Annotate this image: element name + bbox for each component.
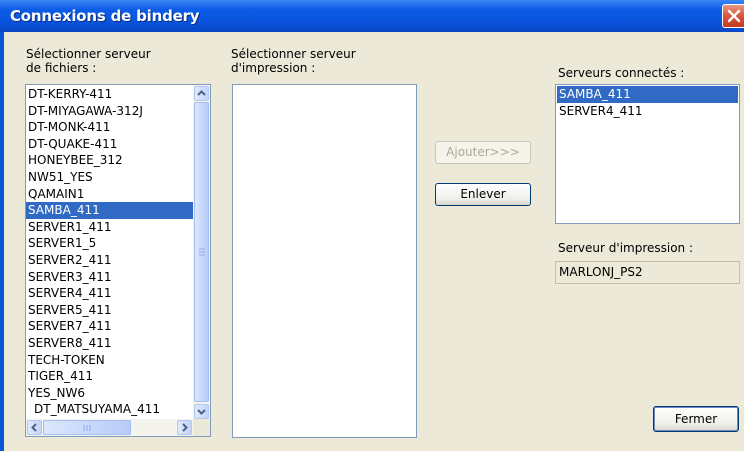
file-server-item[interactable]: DT-KERRY-411 [26,86,194,103]
print-server-list[interactable] [232,84,417,438]
file-server-item[interactable]: HONEYBEE_312 [26,152,194,169]
dialog-window: Connexions de bindery Sélectionner serve… [0,0,744,451]
file-list-vertical-scrollbar[interactable] [193,85,210,420]
window-title: Connexions de bindery [10,7,200,25]
add-button[interactable]: Ajouter>>> [435,141,531,164]
close-button[interactable]: Fermer [653,406,739,432]
file-server-item[interactable]: SERVER4_411 [26,285,194,302]
connected-server-item[interactable]: SAMBA_411 [557,86,738,103]
grip-icon [83,425,91,431]
connected-server-items: SAMBA_411 SERVER4_411 [557,86,738,120]
scroll-left-button[interactable] [27,420,42,435]
print-server-label: Sélectionner serveur [231,47,356,61]
file-server-item[interactable]: QAMAIN1 [26,186,194,203]
file-server-item[interactable]: YES_NW6 [26,385,194,402]
chevron-left-icon [31,423,37,432]
remove-button[interactable]: Enlever [435,183,531,206]
file-server-items: DT-KERRY-411 DT-MIYAGAWA-312J DT-MONK-411 D… [26,86,194,418]
file-server-item[interactable]: SAMBA_411 [26,202,194,219]
dialog-client-area: Sélectionner serveur de fichiers : DT-KE… [4,32,744,451]
file-server-item[interactable]: SERVER1_5 [26,235,194,252]
horizontal-scroll-thumb[interactable] [43,420,131,435]
close-icon [727,9,741,23]
file-server-item[interactable]: SERVER8_411 [26,335,194,352]
chevron-right-icon [182,423,188,432]
scrollbar-corner [193,419,210,436]
chevron-down-icon [197,409,206,415]
file-server-item[interactable]: SERVER1_411 [26,219,194,236]
chevron-up-icon [197,90,206,96]
file-server-item[interactable]: DT-QUAKE-411 [26,136,194,153]
scroll-down-button[interactable] [194,404,209,419]
print-server-label-2: d'impression : [231,61,316,75]
file-list-horizontal-scrollbar[interactable] [26,419,194,436]
file-server-item[interactable]: SERVER2_411 [26,252,194,269]
file-server-item[interactable]: NW51_YES [26,169,194,186]
connected-servers-list[interactable]: SAMBA_411 SERVER4_411 [555,84,740,224]
file-server-item[interactable]: SERVER5_411 [26,302,194,319]
grip-icon [199,248,205,256]
print-server-field: MARLONJ_PS2 [555,261,740,284]
file-server-item[interactable]: DT-MIYAGAWA-312J [26,103,194,120]
file-server-item[interactable]: DT_MATSUYAMA_411 [26,401,194,418]
file-server-item[interactable]: TIGER_411 [26,368,194,385]
file-server-item[interactable]: DT-MONK-411 [26,119,194,136]
title-bar[interactable]: Connexions de bindery [0,0,744,32]
file-server-label-2: de fichiers : [26,61,97,75]
scroll-thumb[interactable] [194,102,209,402]
file-server-item[interactable]: SERVER7_411 [26,318,194,335]
connected-servers-label: Serveurs connectés : [558,66,685,80]
file-server-list[interactable]: DT-KERRY-411 DT-MIYAGAWA-312J DT-MONK-411 D… [25,84,211,437]
close-window-button[interactable] [722,4,744,28]
print-server-field-label: Serveur d'impression : [558,241,694,255]
scroll-right-button[interactable] [177,420,192,435]
file-server-item[interactable]: TECH-TOKEN [26,352,194,369]
scroll-up-button[interactable] [194,86,209,101]
file-server-item[interactable]: SERVER3_411 [26,269,194,286]
file-server-label: Sélectionner serveur [26,47,151,61]
connected-server-item[interactable]: SERVER4_411 [557,103,738,120]
